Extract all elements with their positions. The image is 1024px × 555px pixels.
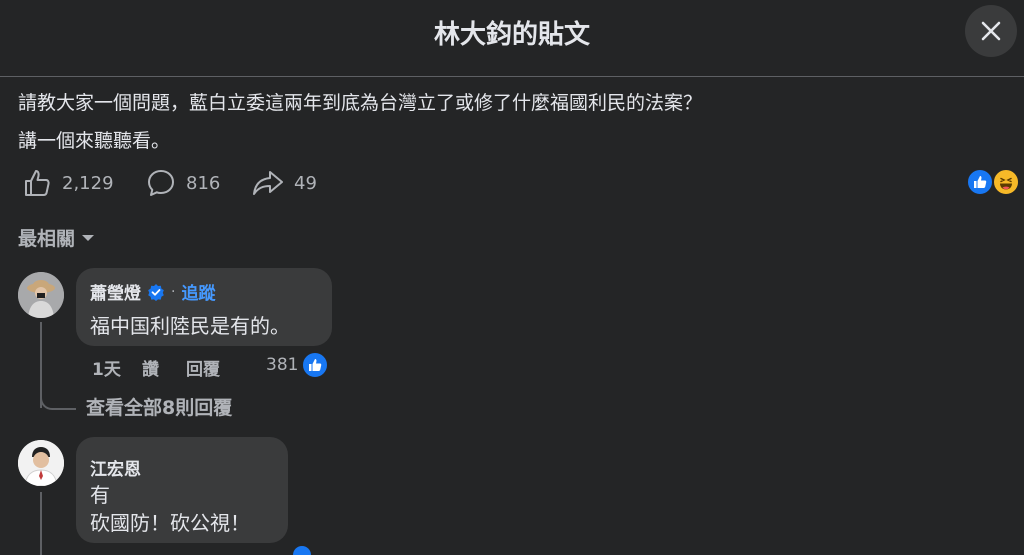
- comment-bubble: 蕭瑩燈 · 追蹤 福中国利陸民是有的。: [76, 268, 332, 346]
- caret-down-icon: [82, 234, 95, 241]
- avatar[interactable]: [18, 440, 64, 486]
- like-action[interactable]: 2,129: [22, 168, 114, 198]
- share-count: 49: [294, 172, 317, 194]
- separator-dot: ·: [171, 283, 176, 300]
- comment-like-button[interactable]: 讚: [142, 355, 159, 380]
- comment-sort-dropdown[interactable]: 最相關: [18, 224, 95, 251]
- comment-author[interactable]: 蕭瑩燈: [90, 279, 141, 304]
- reaction-summary[interactable]: [966, 168, 1022, 198]
- comment-text-line-2: 砍國防！砍公視！: [90, 511, 250, 535]
- dialog-title: 林大鈞的貼文: [433, 20, 590, 50]
- like-reaction-icon: [966, 168, 994, 196]
- avatar[interactable]: [18, 272, 64, 318]
- comment-icon: [148, 170, 174, 196]
- comment-reaction-icon-partial: [293, 546, 311, 555]
- comment-timestamp[interactable]: 1天: [92, 355, 121, 380]
- post-text-line-1: 請教大家一個問題，藍白立委這兩年到底為台灣立了或修了什麼福國利民的法案？: [18, 92, 703, 114]
- share-icon: [253, 171, 283, 195]
- view-all-replies-button[interactable]: 查看全部8則回覆: [86, 393, 232, 420]
- share-action[interactable]: 49: [252, 168, 317, 198]
- close-button[interactable]: [965, 5, 1017, 57]
- post-text-line-2: 講一個來聽聽看。: [18, 130, 171, 152]
- thread-connector: [40, 392, 76, 410]
- haha-reaction-icon: [992, 168, 1020, 196]
- thread-line: [40, 492, 42, 555]
- comment-text: 福中国利陸民是有的。: [90, 314, 290, 338]
- comment-count: 816: [186, 172, 221, 194]
- like-count: 2,129: [62, 172, 114, 194]
- close-icon: [981, 21, 1001, 41]
- comment-like-reaction-icon: [301, 351, 329, 379]
- dialog-header: 林大鈞的貼文: [0, 0, 1024, 77]
- sort-label: 最相關: [18, 228, 76, 250]
- thumbs-up-icon: [25, 170, 50, 196]
- comment-action[interactable]: 816: [146, 168, 220, 198]
- comment-text-line-1: 有: [90, 483, 110, 507]
- comment-reaction-count[interactable]: 381: [266, 355, 298, 375]
- follow-button[interactable]: 追蹤: [181, 279, 215, 304]
- comment-author[interactable]: 江宏恩: [90, 455, 141, 480]
- comment-reply-button[interactable]: 回覆: [186, 355, 220, 380]
- verified-badge-icon: [148, 283, 164, 301]
- comment-bubble: 江宏恩 有 砍國防！砍公視！: [76, 437, 288, 543]
